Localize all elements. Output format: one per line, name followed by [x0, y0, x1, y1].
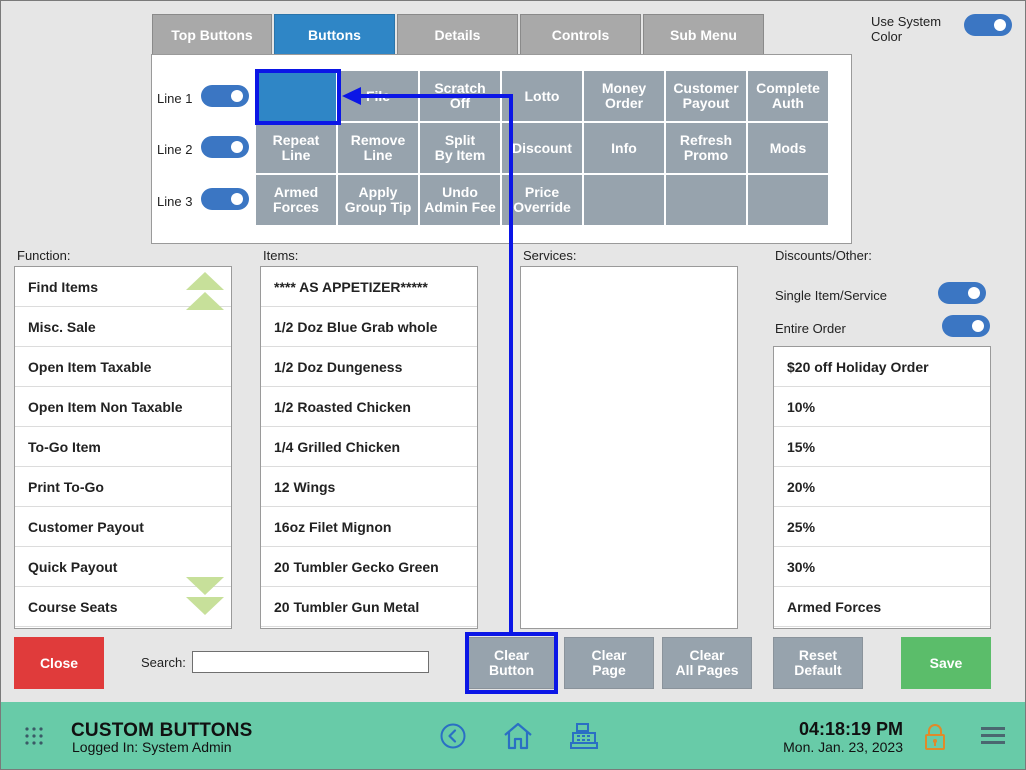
list-item[interactable]: 10% [774, 387, 990, 427]
grid-button-r3-c4[interactable]: Price Override [501, 174, 583, 226]
function-list: Find Items Misc. Sale Open Item Taxable … [14, 266, 232, 629]
reset-default-button[interactable]: Reset Default [773, 637, 863, 689]
services-label: Services: [523, 248, 577, 263]
list-item[interactable]: Open Item Taxable [15, 347, 231, 387]
list-item[interactable]: **** AS APPETIZER***** [261, 267, 477, 307]
grid-button-r2-c6[interactable]: Refresh Promo [665, 122, 747, 174]
list-item[interactable]: 1/2 Doz Dungeness [261, 347, 477, 387]
tab-controls[interactable]: Controls [520, 14, 641, 55]
scroll-down-icon[interactable] [186, 577, 224, 625]
scroll-up-icon[interactable] [186, 272, 224, 320]
clock-time: 04:18:19 PM [798, 719, 903, 739]
function-label: Function: [17, 248, 71, 263]
list-item[interactable]: Open Item Non Taxable [15, 387, 231, 427]
list-item[interactable]: 15% [774, 427, 990, 467]
search-label: Search: [141, 655, 186, 670]
grid-button-r1-c1[interactable] [255, 70, 337, 122]
list-item[interactable]: 16oz Filet Mignon [261, 507, 477, 547]
close-button[interactable]: Close [14, 637, 104, 689]
line-3-label: Line 3 [157, 194, 193, 209]
line-2-label: Line 2 [157, 142, 193, 157]
list-item[interactable]: 20 Tumbler Gun Metal [261, 587, 477, 627]
items-label: Items: [263, 248, 299, 263]
footer-bar: CUSTOM BUTTONS Logged In: System Admin 0… [1, 702, 1025, 769]
grid-button-r2-c3[interactable]: Split By Item [419, 122, 501, 174]
grid-button-r1-c7[interactable]: Complete Auth [747, 70, 829, 122]
home-icon[interactable] [503, 722, 533, 750]
single-item-service-toggle[interactable] [938, 282, 986, 304]
grid-button-r1-c4[interactable]: Lotto [501, 70, 583, 122]
line-1-toggle[interactable] [201, 85, 249, 107]
grid-button-r2-c5[interactable]: Info [583, 122, 665, 174]
search-input[interactable] [192, 651, 429, 673]
line-3-toggle[interactable] [201, 188, 249, 210]
grid-button-r2-c7[interactable]: Mods [747, 122, 829, 174]
entire-order-label: Entire Order [775, 321, 846, 336]
list-item[interactable]: Customer Payout [15, 507, 231, 547]
list-item[interactable]: 1/4 Grilled Chicken [261, 427, 477, 467]
list-item[interactable]: 25% [774, 507, 990, 547]
clear-all-pages-button[interactable]: Clear All Pages [662, 637, 752, 689]
items-list: **** AS APPETIZER***** 1/2 Doz Blue Grab… [260, 266, 478, 629]
list-item[interactable]: 30% [774, 547, 990, 587]
list-item[interactable]: Print To-Go [15, 467, 231, 507]
list-item[interactable]: To-Go Item [15, 427, 231, 467]
grid-button-r3-c1[interactable]: Armed Forces [255, 174, 337, 226]
services-list[interactable] [520, 266, 738, 629]
grid-button-r3-c6[interactable] [665, 174, 747, 226]
grid-button-r3-c3[interactable]: Undo Admin Fee [419, 174, 501, 226]
save-button[interactable]: Save [901, 637, 991, 689]
register-icon[interactable] [570, 722, 598, 750]
apps-grid-icon[interactable] [25, 727, 43, 745]
logged-in-text: Logged In: System Admin [72, 739, 232, 755]
grid-button-r2-c4[interactable]: Discount [501, 122, 583, 174]
hamburger-menu-icon[interactable] [981, 727, 1005, 745]
tab-details[interactable]: Details [397, 14, 518, 55]
use-system-color-label: Use System Color [871, 14, 942, 44]
grid-button-r3-c2[interactable]: Apply Group Tip [337, 174, 419, 226]
list-item[interactable]: 20% [774, 467, 990, 507]
use-system-color-toggle[interactable] [964, 14, 1012, 36]
grid-button-r3-c7[interactable] [747, 174, 829, 226]
grid-button-r3-c5[interactable] [583, 174, 665, 226]
list-item[interactable]: 1/2 Doz Blue Grab whole [261, 307, 477, 347]
grid-button-r1-c6[interactable]: Customer Payout [665, 70, 747, 122]
custom-buttons-screen: Top Buttons Buttons Details Controls Sub… [0, 0, 1026, 770]
discounts-list: $20 off Holiday Order 10% 15% 20% 25% 30… [773, 346, 991, 629]
grid-button-r1-c5[interactable]: Money Order [583, 70, 665, 122]
tab-sub-menu[interactable]: Sub Menu [643, 14, 764, 55]
clear-button-button[interactable]: Clear Button [468, 637, 555, 689]
entire-order-toggle[interactable] [942, 315, 990, 337]
line-2-toggle[interactable] [201, 136, 249, 158]
single-item-service-label: Single Item/Service [775, 288, 887, 303]
line-1-label: Line 1 [157, 91, 193, 106]
button-grid: File Scratch Off Lotto Money Order Custo… [255, 70, 831, 226]
back-circle-icon[interactable] [440, 723, 466, 749]
grid-button-r2-c2[interactable]: Remove Line [337, 122, 419, 174]
grid-button-r1-c2[interactable]: File [337, 70, 419, 122]
list-item[interactable]: $20 off Holiday Order [774, 347, 990, 387]
grid-button-r2-c1[interactable]: Repeat Line [255, 122, 337, 174]
list-item[interactable]: Armed Forces [774, 587, 990, 627]
clock-date: Mon. Jan. 23, 2023 [783, 739, 903, 755]
list-item[interactable]: 12 Wings [261, 467, 477, 507]
list-item[interactable]: 1/2 Roasted Chicken [261, 387, 477, 427]
grid-button-r1-c3[interactable]: Scratch Off [419, 70, 501, 122]
list-item[interactable]: 20 Tumbler Gecko Green [261, 547, 477, 587]
discounts-label: Discounts/Other: [775, 248, 872, 263]
tab-top-buttons[interactable]: Top Buttons [152, 14, 272, 55]
clear-page-button[interactable]: Clear Page [564, 637, 654, 689]
tab-buttons[interactable]: Buttons [274, 14, 395, 55]
lock-icon[interactable] [924, 724, 946, 750]
